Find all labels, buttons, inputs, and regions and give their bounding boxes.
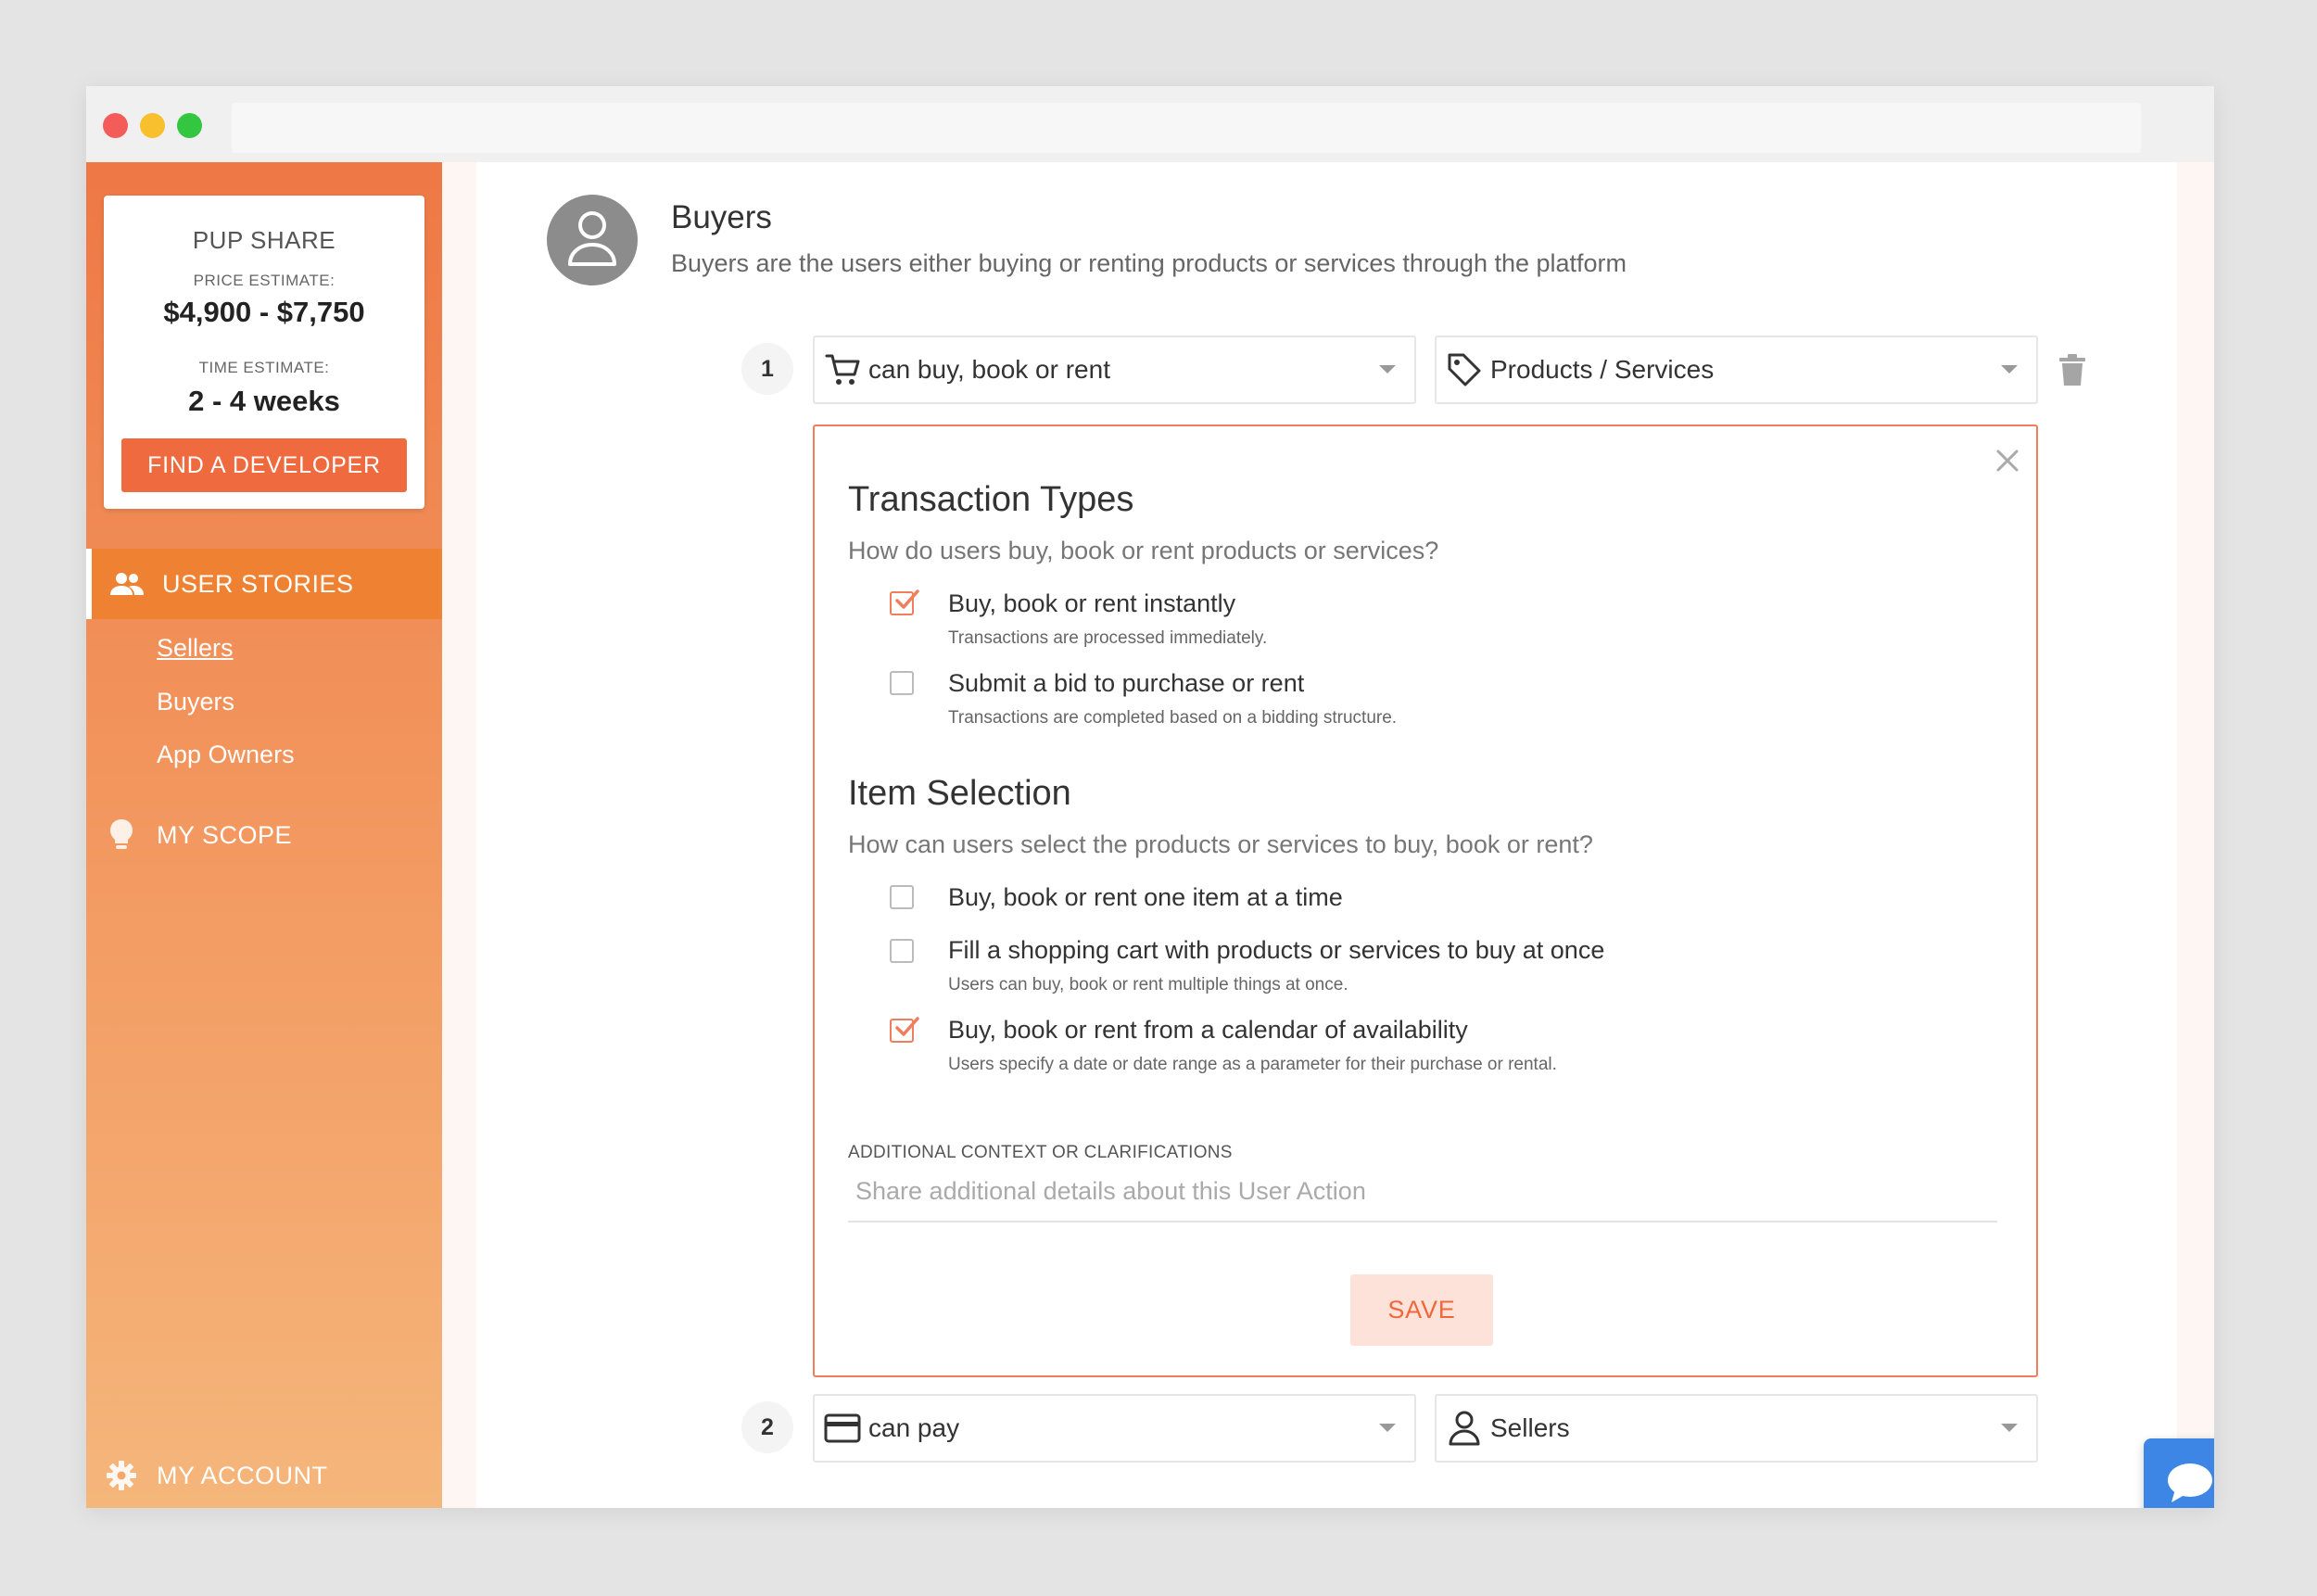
object-select-value: Products / Services	[1490, 355, 1715, 384]
price-estimate-value: $4,900 - $7,750	[163, 296, 365, 328]
save-button[interactable]: SAVE	[1350, 1274, 1493, 1346]
chat-bubble-icon	[2166, 1462, 2214, 1509]
checkbox-buy-instantly[interactable]	[890, 589, 919, 615]
nav-story-buyers[interactable]: Buyers	[157, 688, 234, 716]
chevron-down-icon	[1379, 365, 1396, 374]
transaction-types-title: Transaction Types	[848, 480, 1134, 519]
context-label: ADDITIONAL CONTEXT OR CLARIFICATIONS	[848, 1143, 1233, 1162]
nav-story-app-owners[interactable]: App Owners	[157, 741, 295, 769]
time-estimate-value: 2 - 4 weeks	[188, 385, 340, 417]
item-selection-question: How can users select the products or ser…	[848, 830, 1593, 858]
option-help: Users specify a date or date range as a …	[948, 1055, 1557, 1074]
action-select[interactable]: can pay	[813, 1394, 1416, 1463]
checkbox-calendar[interactable]	[890, 1017, 919, 1043]
role-description: Buyers are the users either buying or re…	[671, 249, 1627, 277]
checkmark-icon	[895, 1017, 919, 1036]
option-label[interactable]: Fill a shopping cart with products or se…	[948, 936, 1604, 965]
option-help: Users can buy, book or rent multiple thi…	[948, 975, 1348, 994]
tag-icon	[1446, 351, 1483, 388]
role-avatar	[547, 195, 638, 285]
object-select[interactable]: Sellers	[1435, 1394, 2038, 1463]
lightbulb-icon	[105, 818, 138, 852]
option-label[interactable]: Submit a bid to purchase or rent	[948, 669, 1304, 698]
close-icon[interactable]	[1994, 447, 2021, 475]
action-details-panel: Transaction Types How do users buy, book…	[813, 424, 2038, 1377]
option-help: Transactions are processed immediately.	[948, 628, 1268, 648]
context-input[interactable]	[848, 1161, 1997, 1222]
checkmark-icon	[895, 589, 919, 609]
browser-window: PUP SHARE PRICE ESTIMATE: $4,900 - $7,75…	[86, 86, 2214, 1508]
nav-my-account[interactable]: MY ACCOUNT	[86, 1440, 442, 1508]
price-estimate-label: PRICE ESTIMATE:	[193, 272, 336, 289]
transaction-types-question: How do users buy, book or rent products …	[848, 537, 1439, 564]
gear-icon	[105, 1459, 138, 1492]
option-help: Transactions are completed based on a bi…	[948, 708, 1398, 728]
option-label[interactable]: Buy, book or rent from a calendar of ava…	[948, 1016, 1468, 1045]
trash-icon[interactable]	[2058, 353, 2086, 386]
close-window-button[interactable]	[103, 113, 128, 138]
nav-story-sellers[interactable]: Sellers	[157, 634, 234, 663]
object-select-value: Sellers	[1490, 1413, 1570, 1442]
checkbox-shopping-cart[interactable]	[890, 939, 914, 963]
checkbox-one-item[interactable]	[890, 885, 914, 909]
project-name: PUP SHARE	[192, 226, 336, 254]
action-number: 1	[741, 343, 793, 395]
cart-icon	[824, 351, 861, 388]
credit-card-icon	[824, 1410, 861, 1447]
address-bar[interactable]	[232, 103, 2141, 153]
chevron-down-icon	[2001, 365, 2018, 374]
nav-my-account-label: MY ACCOUNT	[157, 1461, 328, 1489]
user-icon	[567, 210, 617, 271]
action-select[interactable]: can buy, book or rent	[813, 336, 1416, 404]
title-bar	[86, 86, 2214, 162]
chevron-down-icon	[2001, 1424, 2018, 1432]
users-icon	[110, 567, 144, 601]
estimate-card: PUP SHARE PRICE ESTIMATE: $4,900 - $7,75…	[104, 196, 424, 509]
action-select-value: can pay	[868, 1413, 960, 1442]
object-select[interactable]: Products / Services	[1435, 336, 2038, 404]
item-selection-title: Item Selection	[848, 774, 1071, 813]
nav-user-stories[interactable]: USER STORIES	[86, 549, 442, 619]
sidebar: PUP SHARE PRICE ESTIMATE: $4,900 - $7,75…	[86, 162, 442, 1508]
minimize-window-button[interactable]	[140, 113, 165, 138]
nav-user-stories-label: USER STORIES	[162, 569, 354, 598]
main-content: Buyers Buyers are the users either buyin…	[476, 162, 2177, 1508]
chat-button[interactable]	[2144, 1438, 2214, 1508]
nav-my-scope[interactable]: MY SCOPE	[86, 800, 442, 870]
time-estimate-label: TIME ESTIMATE:	[198, 359, 330, 376]
maximize-window-button[interactable]	[177, 113, 202, 138]
action-number: 2	[741, 1401, 793, 1453]
role-title: Buyers	[671, 199, 772, 235]
checkbox-submit-bid[interactable]	[890, 671, 914, 695]
chevron-down-icon	[1379, 1424, 1396, 1432]
option-label[interactable]: Buy, book or rent instantly	[948, 589, 1235, 618]
nav-my-scope-label: MY SCOPE	[157, 820, 293, 849]
user-icon	[1446, 1410, 1483, 1447]
option-label[interactable]: Buy, book or rent one item at a time	[948, 883, 1343, 912]
action-select-value: can buy, book or rent	[868, 355, 1110, 384]
find-developer-button[interactable]: FIND A DEVELOPER	[121, 438, 407, 492]
